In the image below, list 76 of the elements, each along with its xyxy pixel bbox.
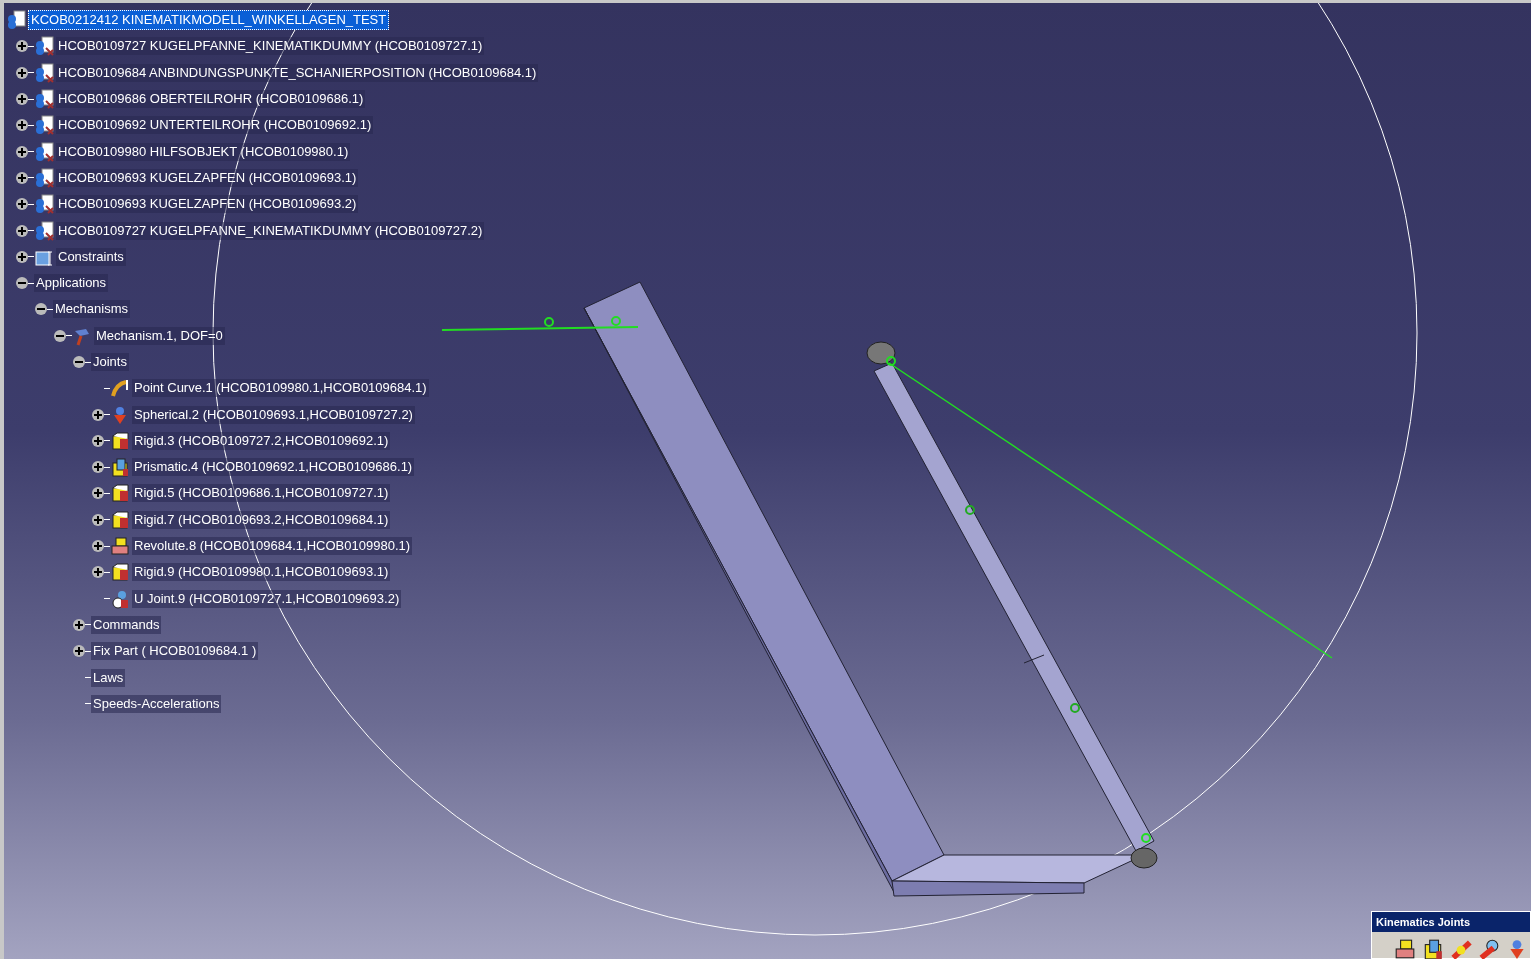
expand-toggle[interactable] bbox=[73, 645, 85, 658]
tree-item[interactable]: Fix Part ( HCOB0109684.1 ) bbox=[91, 642, 259, 661]
tree-item[interactable]: HCOB0109980 HILFSOBJEKT (HCOB0109980.1) bbox=[56, 142, 351, 161]
tree-item[interactable]: Constraints bbox=[56, 247, 126, 266]
tree-item[interactable]: HCOB0109693 KUGELZAPFEN (HCOB0109693.2) bbox=[56, 195, 359, 214]
part-icon bbox=[34, 141, 54, 162]
expand-toggle[interactable] bbox=[73, 618, 85, 631]
joint-marker bbox=[544, 317, 554, 327]
tree-item[interactable]: HCOB0109727 KUGELPFANNE_KINEMATIKDUMMY (HCOB0109727.2) bbox=[56, 221, 485, 240]
expand-toggle[interactable] bbox=[16, 224, 28, 237]
tree-item[interactable]: KCOB0212412 KINEMATIKMODELL_WINKELLAGEN_TEST bbox=[28, 10, 390, 31]
tree-item[interactable]: Revolute.8 (HCOB0109684.1,HCOB0109980.1) bbox=[132, 537, 413, 556]
tree-item[interactable]: Mechanisms bbox=[53, 300, 130, 319]
toolbar-title: Kinematics Joints bbox=[1372, 911, 1530, 932]
part-icon bbox=[34, 194, 54, 215]
part-icon bbox=[34, 115, 54, 136]
expand-toggle[interactable] bbox=[16, 198, 28, 211]
tree-item[interactable]: Rigid.3 (HCOB0109727.2,HCOB0109692.1) bbox=[132, 431, 391, 450]
expand-toggle[interactable] bbox=[16, 40, 28, 53]
expand-toggle[interactable] bbox=[92, 540, 104, 553]
tree-item[interactable]: Speeds-Accelerations bbox=[91, 694, 222, 713]
rigid-joint-icon bbox=[110, 483, 130, 504]
collapse-toggle[interactable] bbox=[54, 329, 66, 342]
revolute-joint-icon bbox=[110, 536, 130, 557]
collapse-toggle[interactable] bbox=[73, 356, 85, 368]
part-icon bbox=[34, 36, 54, 57]
tree-item[interactable]: Point Curve.1 (HCOB0109980.1,HCOB0109684.1) bbox=[132, 379, 429, 398]
tree-item[interactable]: Applications bbox=[34, 274, 109, 293]
tree-item[interactable]: Rigid.5 (HCOB0109686.1,HCOB0109727.1) bbox=[132, 484, 391, 503]
tree-item[interactable]: Laws bbox=[91, 668, 126, 687]
tree-item[interactable]: Spherical.2 (HCOB0109693.1,HCOB0109727.2) bbox=[132, 405, 415, 424]
tree-item[interactable]: Rigid.9 (HCOB0109980.1,HCOB0109693.1) bbox=[132, 563, 391, 582]
expand-toggle[interactable] bbox=[92, 513, 104, 526]
expand-toggle[interactable] bbox=[16, 250, 28, 263]
expand-toggle[interactable] bbox=[92, 566, 104, 579]
tree-item[interactable]: Joints bbox=[91, 353, 129, 371]
collapse-toggle[interactable] bbox=[35, 303, 47, 316]
expand-toggle[interactable] bbox=[16, 93, 28, 106]
prismatic-joint-icon bbox=[1422, 937, 1444, 959]
tree-item[interactable]: HCOB0109727 KUGELPFANNE_KINEMATIKDUMMY (HCOB0109727.1) bbox=[56, 37, 485, 56]
rigid-joint-icon bbox=[110, 509, 130, 530]
joint-marker bbox=[1070, 703, 1080, 713]
expand-toggle[interactable] bbox=[16, 119, 28, 132]
revolute-joint-icon bbox=[1394, 937, 1416, 959]
expand-toggle[interactable] bbox=[16, 145, 28, 158]
prismatic-joint-icon bbox=[110, 457, 130, 478]
tree-item[interactable]: Rigid.7 (HCOB0109693.2,HCOB0109684.1) bbox=[132, 510, 391, 529]
point-curve-joint-icon bbox=[110, 378, 130, 399]
part-icon bbox=[34, 167, 54, 188]
joint-marker bbox=[1141, 833, 1151, 843]
joint-marker bbox=[611, 316, 621, 326]
tree-item[interactable]: Prismatic.4 (HCOB0109692.1,HCOB0109686.1) bbox=[132, 458, 415, 477]
expand-toggle[interactable] bbox=[92, 487, 104, 500]
joint-marker bbox=[965, 505, 975, 515]
tree-item[interactable]: HCOB0109684 ANBINDUNGSPUNKTE_SCHANIERPOSITION (HCOB0109684.1) bbox=[56, 63, 539, 82]
joint-marker bbox=[886, 356, 896, 366]
tree-item[interactable]: Mechanism.1, DOF=0 bbox=[94, 326, 225, 345]
universal-joint-icon bbox=[110, 588, 130, 609]
part-icon bbox=[34, 220, 54, 241]
expand-toggle[interactable] bbox=[16, 171, 28, 184]
tree-item[interactable]: Commands bbox=[91, 615, 162, 634]
part-icon bbox=[34, 62, 54, 83]
tree-item[interactable]: U Joint.9 (HCOB0109727.1,HCOB0109693.2) bbox=[132, 589, 402, 608]
tree-item[interactable]: HCOB0109686 OBERTEILROHR (HCOB0109686.1) bbox=[56, 90, 366, 109]
expand-toggle[interactable] bbox=[92, 434, 104, 447]
expand-toggle[interactable] bbox=[16, 66, 28, 79]
part-icon bbox=[34, 89, 54, 110]
screw-joint-icon bbox=[1478, 937, 1500, 959]
expand-toggle[interactable] bbox=[92, 408, 104, 421]
rigid-joint-icon bbox=[110, 430, 130, 451]
assembly-icon bbox=[6, 10, 26, 31]
tree-item[interactable]: HCOB0109693 KUGELZAPFEN (HCOB0109693.1) bbox=[56, 168, 359, 187]
tree-item[interactable]: HCOB0109692 UNTERTEILROHR (HCOB0109692.1) bbox=[56, 116, 374, 135]
rigid-joint-icon bbox=[110, 562, 130, 583]
collapse-toggle[interactable] bbox=[16, 277, 28, 290]
expand-toggle[interactable] bbox=[92, 461, 104, 474]
